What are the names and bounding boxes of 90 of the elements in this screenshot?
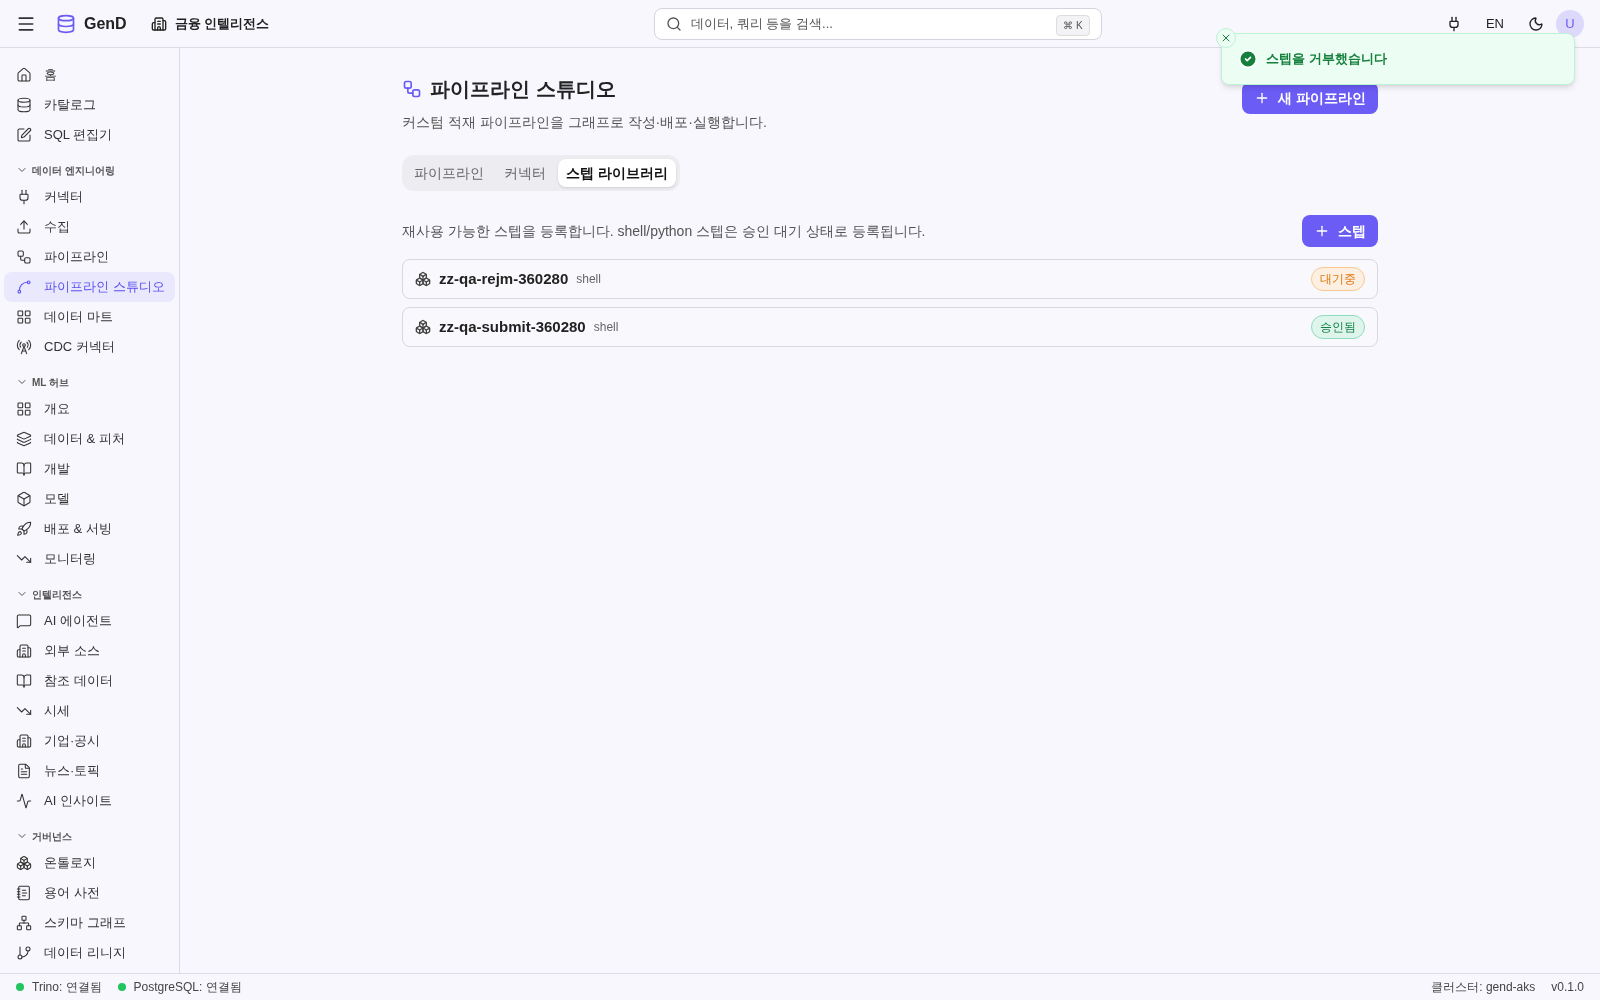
plug-icon — [16, 189, 32, 205]
step-name: zz-qa-submit-360280 — [439, 316, 586, 337]
grid-icon — [16, 401, 32, 417]
grid-icon — [16, 309, 32, 325]
radio-icon — [16, 339, 32, 355]
cubes-icon — [415, 271, 431, 287]
sidebar-item[interactable]: AI 에이전트 — [4, 606, 175, 636]
connection-status: PostgreSQL: 연결됨 — [133, 979, 242, 996]
user-avatar[interactable]: U — [1556, 9, 1584, 38]
branch-icon — [16, 945, 32, 961]
sidebar-item[interactable]: 배포 & 서빙 — [4, 514, 175, 544]
plus-icon — [1314, 223, 1330, 239]
add-step-button[interactable]: 스텝 — [1302, 215, 1378, 247]
shortcut-hint: ⌘ K — [1056, 14, 1090, 36]
book-icon — [16, 673, 32, 689]
layers-icon — [16, 431, 32, 447]
app-version: v0.1.0 — [1551, 979, 1584, 996]
spline-icon — [16, 279, 32, 295]
book-icon — [16, 461, 32, 477]
app-logo[interactable]: GenD — [84, 11, 127, 36]
home-icon — [16, 67, 32, 83]
sidebar-item[interactable]: 데이터 리니지 — [4, 938, 175, 968]
edit-icon — [16, 127, 32, 143]
sidebar-item[interactable]: 온톨로지 — [4, 848, 175, 878]
step-type: shell — [576, 271, 601, 288]
sidebar-item[interactable]: 외부 소스 — [4, 636, 175, 666]
cubes-icon — [415, 319, 431, 335]
step-name: zz-qa-rejm-360280 — [439, 268, 569, 289]
sidebar-item[interactable]: 홈 — [4, 60, 175, 90]
connection-status: Trino: 연결됨 — [32, 979, 102, 996]
rocket-icon — [16, 521, 32, 537]
building-icon — [16, 643, 32, 659]
page-subtitle: 커스텀 적재 파이프라인을 그래프로 작성·배포·실행합니다. — [402, 113, 767, 132]
notebook-icon — [16, 885, 32, 901]
status-badge: 대기중 — [1311, 267, 1365, 291]
hierarchy-icon — [16, 915, 32, 931]
pulse-icon — [16, 793, 32, 809]
section-header[interactable]: 인텔리전스 — [4, 582, 175, 606]
building-icon — [150, 15, 167, 32]
document-icon — [16, 763, 32, 779]
status-badge: 승인됨 — [1311, 315, 1365, 339]
upload-icon — [16, 219, 32, 235]
sidebar-item[interactable]: 스키마 그래프 — [4, 908, 175, 938]
search-icon — [665, 15, 682, 32]
theme-icon[interactable] — [1528, 15, 1544, 32]
nodes-icon — [402, 79, 422, 99]
sidebar-item[interactable]: 개발 — [4, 454, 175, 484]
step-row[interactable]: zz-qa-submit-360280 shell 승인됨 — [402, 307, 1378, 347]
sidebar-item[interactable]: AI 인사이트 — [4, 786, 175, 816]
sidebar-item[interactable]: 모니터링 — [4, 544, 175, 574]
sidebar-item[interactable]: 개요 — [4, 394, 175, 424]
sidebar-item[interactable]: 커넥터 — [4, 182, 175, 212]
sidebar-item[interactable]: 카탈로그 — [4, 90, 175, 120]
cubes-icon — [16, 855, 32, 871]
sidebar-item[interactable]: 시세 — [4, 696, 175, 726]
step-type: shell — [593, 319, 619, 336]
section-header[interactable]: 거버넌스 — [4, 824, 175, 848]
chat-icon — [16, 613, 32, 629]
close-icon — [1220, 32, 1232, 44]
cube-icon — [16, 491, 32, 507]
page-title: 파이프라인 스튜디오 — [430, 77, 616, 102]
sidebar-item[interactable]: SQL 편집기 — [4, 120, 175, 150]
cluster-name: 클러스터: gend-aks — [1431, 979, 1536, 996]
toast-message: 스텝을 거부했습니다 — [1266, 50, 1387, 69]
tab[interactable]: 커넥터 — [496, 159, 554, 187]
sidebar-item[interactable]: 수집 — [4, 212, 175, 242]
database-icon — [16, 97, 32, 113]
check-icon — [1238, 49, 1258, 69]
tab[interactable]: 스텝 라이브러리 — [558, 159, 676, 187]
sidebar-item[interactable]: 파이프라인 스튜디오 — [4, 272, 175, 302]
logo-icon — [56, 13, 76, 34]
workspace-name[interactable]: 금융 인텔리전스 — [174, 13, 270, 34]
nodes-icon — [16, 249, 32, 265]
building-icon — [16, 733, 32, 749]
sidebar-item[interactable]: 뉴스·토픽 — [4, 756, 175, 786]
tab[interactable]: 파이프라인 — [406, 159, 492, 187]
sidebar-item[interactable]: 데이터 마트 — [4, 302, 175, 332]
sidebar-item[interactable]: 기업·공시 — [4, 726, 175, 756]
section-header[interactable]: 데이터 엔지니어링 — [4, 158, 175, 182]
close-button[interactable] — [1216, 28, 1236, 48]
section-header[interactable]: ML 허브 — [4, 370, 175, 394]
library-description: 재사용 가능한 스텝을 등록합니다. shell/python 스텝은 승인 대기 상태로 등록됩니다. — [402, 221, 926, 241]
sidebar-item[interactable]: 용어 사전 — [4, 878, 175, 908]
sidebar-item[interactable]: 데이터 & 피처 — [4, 424, 175, 454]
sidebar-item[interactable]: 참조 데이터 — [4, 666, 175, 696]
language-toggle[interactable]: EN — [1485, 13, 1504, 34]
step-row[interactable]: zz-qa-rejm-360280 shell 대기중 — [402, 259, 1378, 299]
sidebar-item[interactable]: CDC 커넥터 — [4, 332, 175, 362]
sidebar-item[interactable]: 모델 — [4, 484, 175, 514]
sidebar-item[interactable]: 파이프라인 — [4, 242, 175, 272]
